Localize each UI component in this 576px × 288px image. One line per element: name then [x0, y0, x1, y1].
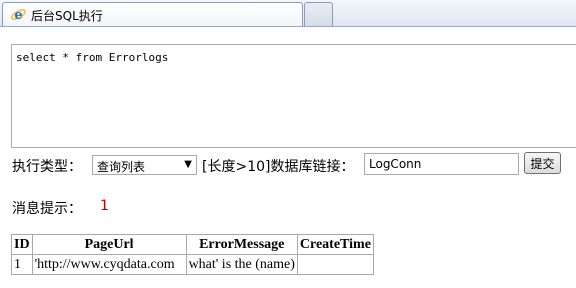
- column-header-id: ID: [11, 234, 33, 255]
- cell-pageurl: 'http://www.cyqdata.com: [31, 254, 187, 275]
- message-value: 1: [100, 198, 109, 214]
- column-header-errormessage: ErrorMessage: [185, 234, 298, 255]
- ie-browser-icon: e: [10, 6, 27, 23]
- exec-type-label: 执行类型：: [12, 159, 82, 175]
- svg-text:e: e: [14, 8, 22, 23]
- cell-createtime: [296, 254, 374, 275]
- chevron-down-icon: ▼: [184, 159, 192, 170]
- table-header-row: ID PageUrl ErrorMessage CreateTime: [11, 234, 374, 255]
- tab-sql-execute[interactable]: e 后台SQL执行: [2, 2, 303, 26]
- column-header-pageurl: PageUrl: [31, 234, 187, 255]
- browser-tab-bar: e 后台SQL执行: [0, 0, 576, 27]
- cell-errormessage: what' is the (name): [185, 254, 298, 275]
- conn-label: [长度>10]数据库链接：: [202, 159, 355, 175]
- exec-type-selected-value: 查询列表: [97, 160, 146, 174]
- sql-query-textarea[interactable]: select * from Errorlogs: [11, 44, 576, 148]
- message-label: 消息提示：: [12, 201, 82, 217]
- table-row: 1 'http://www.cyqdata.com what' is the (…: [11, 254, 374, 275]
- db-connection-input[interactable]: [364, 153, 519, 175]
- column-header-createtime: CreateTime: [296, 234, 374, 255]
- submit-button[interactable]: 提交: [524, 152, 561, 174]
- result-table: ID PageUrl ErrorMessage CreateTime 1 'ht…: [11, 234, 374, 275]
- new-tab-button[interactable]: [304, 2, 333, 26]
- cell-id: 1: [11, 254, 33, 275]
- page-content: select * from Errorlogs 执行类型： 查询列表 ▼ [长度…: [0, 27, 576, 288]
- exec-type-select[interactable]: 查询列表 ▼: [92, 155, 197, 175]
- tab-title: 后台SQL执行: [31, 9, 103, 23]
